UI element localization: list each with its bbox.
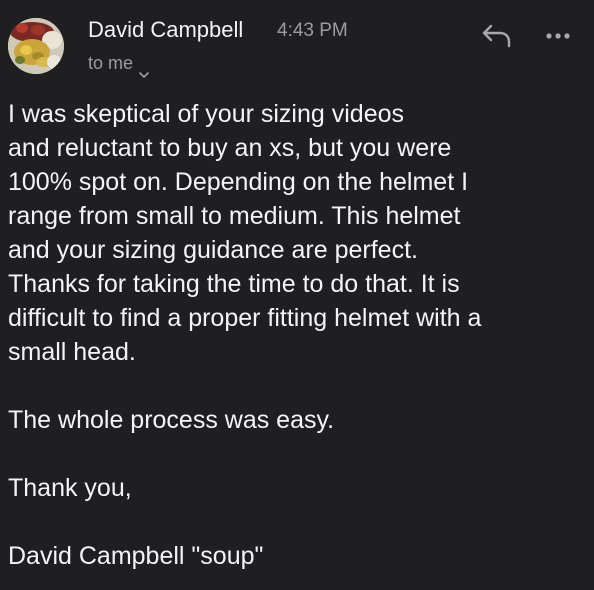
sender-avatar[interactable] bbox=[8, 18, 64, 74]
food-photo-avatar-image bbox=[8, 18, 64, 74]
more-options-button[interactable] bbox=[540, 22, 576, 50]
recipient-label: to me bbox=[88, 53, 134, 73]
email-header: David Campbell 4:43 PM to me bbox=[0, 0, 594, 90]
message-paragraph: The whole process was easy. bbox=[8, 406, 335, 434]
recipient-toggle[interactable]: to me bbox=[88, 50, 149, 78]
sent-time: 4:43 PM bbox=[277, 20, 348, 41]
chevron-down-icon bbox=[139, 60, 149, 78]
message-paragraph: I was skeptical of your sizing videos an… bbox=[8, 100, 482, 366]
reply-arrow-icon bbox=[482, 24, 511, 48]
sender-name[interactable]: David Campbell bbox=[88, 16, 243, 44]
message-closing: Thank you, bbox=[8, 474, 132, 502]
message-body: I was skeptical of your sizing videos an… bbox=[8, 97, 588, 573]
more-horizontal-icon bbox=[546, 33, 570, 39]
message-signature: David Campbell "soup" bbox=[8, 542, 264, 570]
reply-button[interactable] bbox=[480, 20, 516, 52]
